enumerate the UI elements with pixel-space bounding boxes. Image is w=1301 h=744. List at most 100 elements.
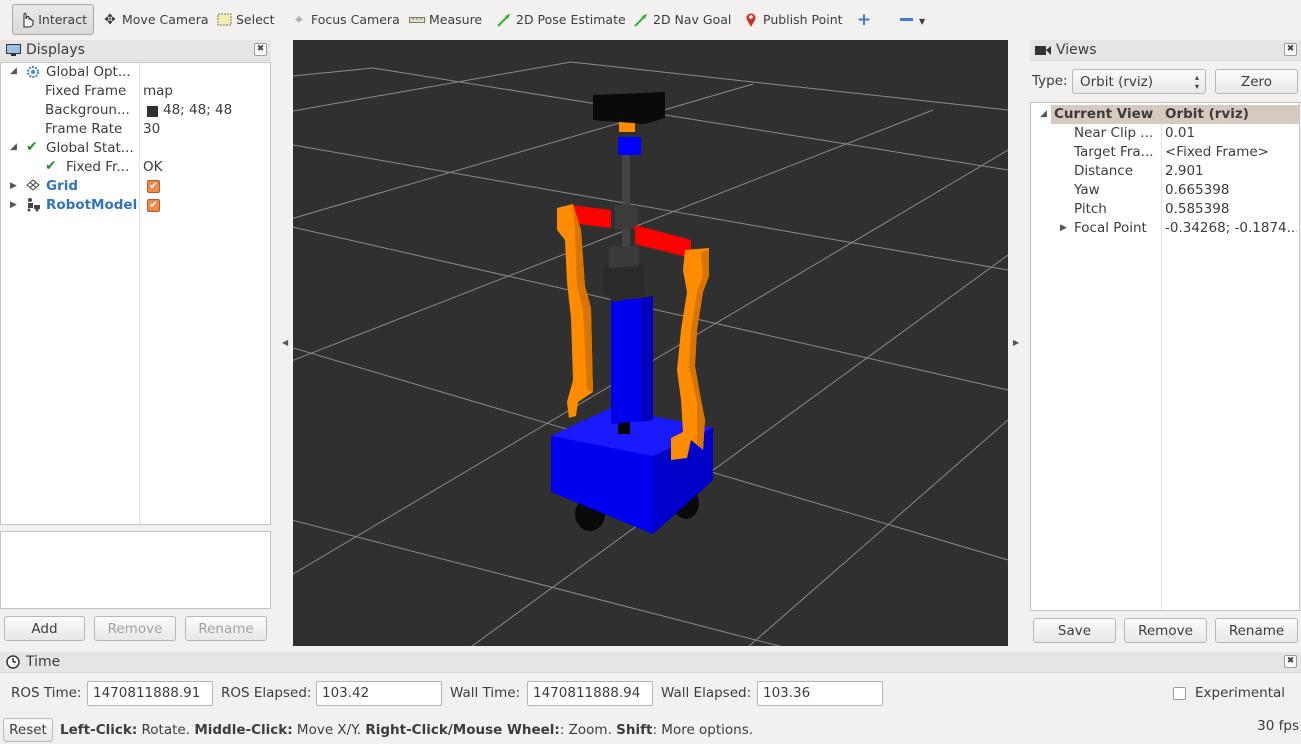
close-icon[interactable]: ✖ [1284,43,1297,56]
reset-button[interactable]: Reset [3,718,53,742]
display-item-grid[interactable]: Grid [46,177,138,196]
wall-elapsed-field[interactable]: 103.36 [757,681,883,706]
interact-label: Interact [38,12,87,27]
view-prop-yaw[interactable]: Yaw [1074,181,1160,200]
view-prop-distance[interactable]: Distance [1074,162,1160,181]
near-clip-value[interactable]: 0.01 [1165,124,1297,143]
view-prop-focal-point[interactable]: Focal Point [1074,219,1160,238]
interact-tool[interactable]: Interact [12,4,94,35]
view-prop-near-clip[interactable]: Near Clip ... [1074,124,1160,143]
experimental-label: Experimental [1195,685,1286,701]
hint-shift-desc: : More options. [652,722,754,738]
clock-icon [5,655,21,669]
grid-enabled-checkbox[interactable]: ✔ [147,180,160,193]
view-type-label: Type: [1032,73,1068,89]
display-item-fixed-frame[interactable]: Fixed Frame [45,82,137,101]
add-display-button[interactable]: Add [4,616,85,641]
fps-readout: 30 fps [1257,718,1299,734]
hint-right-click: Right-Click/Mouse Wheel: [365,722,560,738]
minus-icon [899,12,915,28]
hint-middle-click-desc: Move X/Y. [292,722,366,738]
pose-estimate-tool[interactable]: 2D Pose Estimate [490,4,632,35]
target-frame-value[interactable]: <Fixed Frame> [1165,143,1297,162]
displays-title: Displays [26,42,85,58]
display-item-global-status[interactable]: Global Stat... [46,139,138,158]
display-item-robotmodel[interactable]: RobotModel [46,196,138,215]
view-prop-target-frame[interactable]: Target Fra... [1074,143,1160,162]
display-description-area [0,531,271,609]
chevron-down-icon[interactable]: ◢ [10,142,17,152]
chevron-down-icon[interactable]: ◢ [10,66,17,76]
hint-shift: Shift [616,722,653,738]
close-icon[interactable]: ✖ [254,43,267,56]
crosshair-icon: ⌖ [295,11,303,28]
ruler-icon [409,12,425,28]
select-tool[interactable]: Select [210,4,281,35]
move-camera-tool[interactable]: ✥ Move Camera [96,4,215,35]
focus-camera-tool[interactable]: ⌖ Focus Camera [285,4,406,35]
pose-estimate-label: 2D Pose Estimate [516,12,626,27]
yaw-value[interactable]: 0.665398 [1165,181,1297,200]
zero-button[interactable]: Zero [1215,69,1298,94]
background-value[interactable]: 48; 48; 48 [163,101,268,120]
fixed-frame-value[interactable]: map [143,82,268,101]
displays-panel-title: Displays ✖ [0,40,271,61]
checkmark-icon: ✔ [26,139,38,155]
distance-value[interactable]: 2.901 [1165,162,1297,181]
hint-right-click-desc: : Zoom. [559,722,617,738]
camera-icon [1035,43,1051,57]
rename-display-button[interactable]: Rename [185,616,267,641]
display-item-fixed-frame-status[interactable]: Fixed Fr... [66,158,138,177]
3d-viewport[interactable] [293,40,1008,646]
gear-icon [26,65,40,83]
rename-view-button[interactable]: Rename [1215,618,1298,643]
remove-display-button[interactable]: Remove [94,616,176,641]
view-type-value: Orbit (rviz) [1080,73,1153,90]
ros-time-field[interactable]: 1470811888.91 [87,681,213,706]
color-swatch [147,106,158,117]
display-item-background[interactable]: Backgroun... [45,101,137,120]
render-scene [293,61,1008,646]
collapse-left-icon[interactable]: ◀ [282,338,288,347]
collapse-right-icon[interactable]: ▶ [1013,338,1019,347]
hint-left-click: Left-Click: [60,722,138,738]
move-arrows-icon: ✥ [104,11,116,28]
add-tool-button[interactable]: + [850,4,882,35]
time-title: Time [26,654,61,670]
remove-view-button[interactable]: Remove [1124,618,1207,643]
chevron-down-icon[interactable]: ◢ [1040,109,1047,119]
chevron-right-icon[interactable]: ▶ [10,181,17,191]
move-camera-label: Move Camera [122,12,209,27]
grid-icon [26,179,40,195]
views-title: Views [1056,42,1097,58]
chevron-right-icon[interactable]: ▶ [10,200,17,210]
select-label: Select [236,12,275,27]
focal-point-value[interactable]: -0.34268; -0.1874... [1165,219,1297,238]
robot-icon [25,197,41,216]
pitch-value[interactable]: 0.585398 [1165,200,1297,219]
remove-tool-button[interactable]: ▼ [893,4,931,35]
wall-time-field[interactable]: 1470811888.94 [527,681,653,706]
close-icon[interactable]: ✖ [1284,655,1297,668]
frame-rate-value[interactable]: 30 [143,120,268,139]
view-type-select[interactable]: Orbit (rviz) ▴ ▾ [1072,69,1206,94]
experimental-checkbox[interactable] [1173,687,1186,700]
save-view-button[interactable]: Save [1033,618,1116,643]
hand-icon [19,12,34,28]
display-item-frame-rate[interactable]: Frame Rate [45,120,137,139]
column-divider [139,63,140,524]
measure-label: Measure [429,12,483,27]
nav-goal-tool[interactable]: 2D Nav Goal [627,4,737,35]
ros-elapsed-label: ROS Elapsed: [221,685,312,701]
select-box-icon [216,12,232,28]
views-panel-title: Views ✖ [1030,40,1301,61]
ros-elapsed-field[interactable]: 103.42 [316,681,442,706]
chevron-right-icon[interactable]: ▶ [1060,223,1067,233]
robotmodel-enabled-checkbox[interactable]: ✔ [147,199,160,212]
view-prop-pitch[interactable]: Pitch [1074,200,1160,219]
display-item-global-options[interactable]: Global Opt... [46,63,138,82]
column-divider [1161,103,1162,610]
publish-point-tool[interactable]: Publish Point [737,4,849,35]
green-arrow-icon [633,12,649,28]
measure-tool[interactable]: Measure [403,4,488,35]
